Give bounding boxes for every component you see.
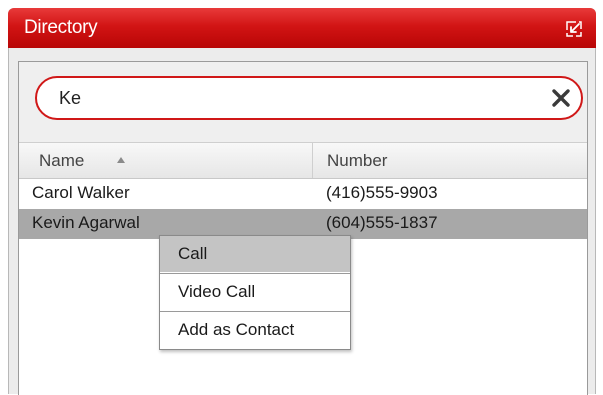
contact-number: (604)555-1837 — [326, 213, 438, 232]
search-input[interactable] — [59, 86, 529, 110]
column-header-name[interactable]: Name — [19, 143, 311, 178]
contact-name: Carol Walker — [32, 183, 130, 202]
search-box[interactable] — [35, 76, 583, 120]
window-title: Directory — [24, 17, 98, 38]
sort-ascending-icon — [117, 157, 125, 163]
search-area — [19, 62, 587, 142]
close-icon[interactable] — [551, 88, 571, 108]
menu-item-add-as-contact[interactable]: Add as Contact — [160, 312, 350, 348]
column-header-number-label: Number — [327, 151, 388, 170]
column-header-number[interactable]: Number — [312, 143, 588, 178]
column-header-name-label: Name — [39, 151, 85, 170]
directory-panel: Name Number Carol Walker (416)555-9903 K… — [18, 61, 588, 395]
menu-item-call[interactable]: Call — [160, 236, 350, 272]
menu-item-video-call[interactable]: Video Call — [160, 274, 350, 310]
title-bar: Directory — [8, 8, 596, 48]
table-row[interactable]: Carol Walker (416)555-9903 — [19, 179, 587, 209]
contact-number: (416)555-9903 — [326, 183, 438, 202]
contact-name: Kevin Agarwal — [32, 213, 140, 232]
context-menu: Call Video Call Add as Contact — [159, 235, 351, 350]
directory-window: Directory Name — [8, 8, 596, 395]
popout-icon[interactable] — [566, 21, 582, 37]
table-header: Name Number — [19, 142, 587, 179]
